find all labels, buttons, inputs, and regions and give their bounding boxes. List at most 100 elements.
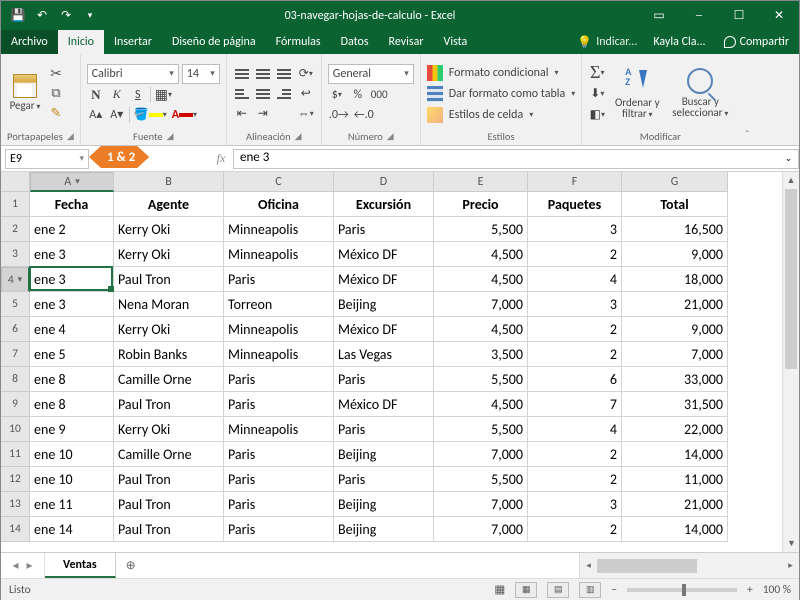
redo-icon[interactable]: ↷ [55,5,77,27]
percent-button[interactable]: % [349,86,367,104]
data-cell[interactable]: Paul Tron [114,467,224,492]
clipboard-launcher[interactable]: ◢ [67,131,74,142]
data-cell[interactable]: 7 [528,392,622,417]
data-cell[interactable]: 16,500 [622,217,728,242]
data-cell[interactable]: 14,000 [622,442,728,467]
data-cell[interactable]: Las Vegas [334,342,434,367]
font-name-select[interactable]: Calibri [87,64,179,84]
record-macro-icon[interactable]: ▦ [494,582,505,597]
cell-styles-button[interactable]: Estilos de celda [427,105,576,125]
row-head-2[interactable]: 2 [1,217,30,242]
tab-formulas[interactable]: Fórmulas [266,30,331,54]
row-head-13[interactable]: 13 [1,492,30,517]
data-cell[interactable]: 6 [528,367,622,392]
data-cell[interactable]: ene 4 [30,317,114,342]
data-cell[interactable]: 5,500 [434,467,528,492]
hscroll-thumb[interactable] [597,559,697,573]
data-cell[interactable]: Beijing [334,492,434,517]
zoom-slider[interactable] [627,588,737,592]
minimize-icon[interactable]: ─ [679,1,719,30]
data-cell[interactable]: Nena Moran [114,292,224,317]
font-size-select[interactable]: 14 [182,64,220,84]
expand-formula-bar[interactable]: ⌄ [779,149,799,169]
data-cell[interactable]: 4,500 [434,317,528,342]
data-cell[interactable]: Paris [224,442,334,467]
data-cell[interactable]: Paris [334,217,434,242]
align-top-button[interactable] [233,65,251,83]
wrap-text-button[interactable]: ↩ [297,85,315,103]
data-cell[interactable]: 7,000 [434,292,528,317]
data-cell[interactable]: 5,500 [434,367,528,392]
data-cell[interactable]: 14,000 [622,517,728,542]
view-page-break-button[interactable]: ▥ [579,582,601,598]
data-cell[interactable]: 2 [528,442,622,467]
italic-button[interactable]: K [108,86,126,104]
col-head-G[interactable]: G [622,172,728,192]
header-cell[interactable]: Total [622,192,728,217]
data-cell[interactable]: 2 [528,517,622,542]
tab-file[interactable]: Archivo [1,30,58,54]
horizontal-scrollbar[interactable]: ◂ ▸ [579,553,799,578]
view-page-layout-button[interactable]: ▤ [547,582,569,598]
col-head-A[interactable]: A [30,172,114,192]
row-head-3[interactable]: 3 [1,242,30,267]
data-cell[interactable]: 11,000 [622,467,728,492]
data-cell[interactable]: 2 [528,467,622,492]
find-select-button[interactable]: Buscar y seleccionar [668,57,732,130]
data-cell[interactable]: Beijing [334,292,434,317]
zoom-level[interactable]: 100 % [763,583,791,597]
select-all-corner[interactable] [1,172,30,192]
data-cell[interactable]: Robin Banks [114,342,224,367]
data-cell[interactable]: 2 [528,342,622,367]
data-cell[interactable]: 4,500 [434,267,528,292]
data-cell[interactable]: Torreon [224,292,334,317]
data-cell[interactable]: 4,500 [434,392,528,417]
fill-button[interactable]: ⬇ [588,85,606,103]
font-launcher[interactable]: ◢ [167,131,174,142]
data-cell[interactable]: ene 8 [30,392,114,417]
col-head-D[interactable]: D [334,172,434,192]
data-cell[interactable]: 4 [528,267,622,292]
header-cell[interactable]: Excursión [334,192,434,217]
sheet-nav-next[interactable]: ▸ [27,558,33,573]
data-cell[interactable]: 9,000 [622,317,728,342]
col-head-C[interactable]: C [224,172,334,192]
hscroll-left[interactable]: ◂ [580,560,597,571]
scroll-down-button[interactable]: ▼ [783,535,800,552]
row-head-6[interactable]: 6 [1,317,30,342]
tell-me[interactable]: 💡 Indicar... [569,30,645,54]
data-cell[interactable]: 7,000 [434,492,528,517]
format-as-table-button[interactable]: Dar formato como tabla [427,84,576,104]
comma-button[interactable]: 000 [370,86,389,104]
sort-filter-button[interactable]: Ordenar y filtrar [610,57,664,130]
header-cell[interactable]: Oficina [224,192,334,217]
data-cell[interactable]: Camille Orne [114,367,224,392]
border-button[interactable]: ▦ [154,86,173,104]
undo-icon[interactable]: ↶ [31,5,53,27]
data-cell[interactable]: México DF [334,392,434,417]
tab-data[interactable]: Datos [331,30,379,54]
zoom-in-button[interactable]: + [747,583,753,597]
data-cell[interactable]: Paul Tron [114,492,224,517]
zoom-out-button[interactable]: − [611,583,617,597]
data-cell[interactable]: ene 11 [30,492,114,517]
paste-button[interactable]: Pegar [7,57,43,130]
data-cell[interactable]: 2 [528,317,622,342]
data-cell[interactable]: ene 8 [30,367,114,392]
maximize-icon[interactable]: ☐ [719,1,759,30]
data-cell[interactable]: Paul Tron [114,267,224,292]
copy-button[interactable] [47,85,65,103]
data-cell[interactable]: Minneapolis [224,242,334,267]
conditional-formatting-button[interactable]: Formato condicional [427,63,576,83]
row-head-8[interactable]: 8 [1,367,30,392]
increase-decimal-button[interactable]: .0→ [328,106,350,124]
data-cell[interactable]: 5,500 [434,217,528,242]
add-sheet-button[interactable]: ⊕ [116,553,146,578]
align-bottom-button[interactable] [275,65,293,83]
header-cell[interactable]: Agente [114,192,224,217]
data-cell[interactable]: 3,500 [434,342,528,367]
ribbon-options-icon[interactable]: ▭ [639,1,679,30]
cut-button[interactable] [47,65,65,83]
data-cell[interactable]: México DF [334,267,434,292]
data-cell[interactable]: Paul Tron [114,392,224,417]
